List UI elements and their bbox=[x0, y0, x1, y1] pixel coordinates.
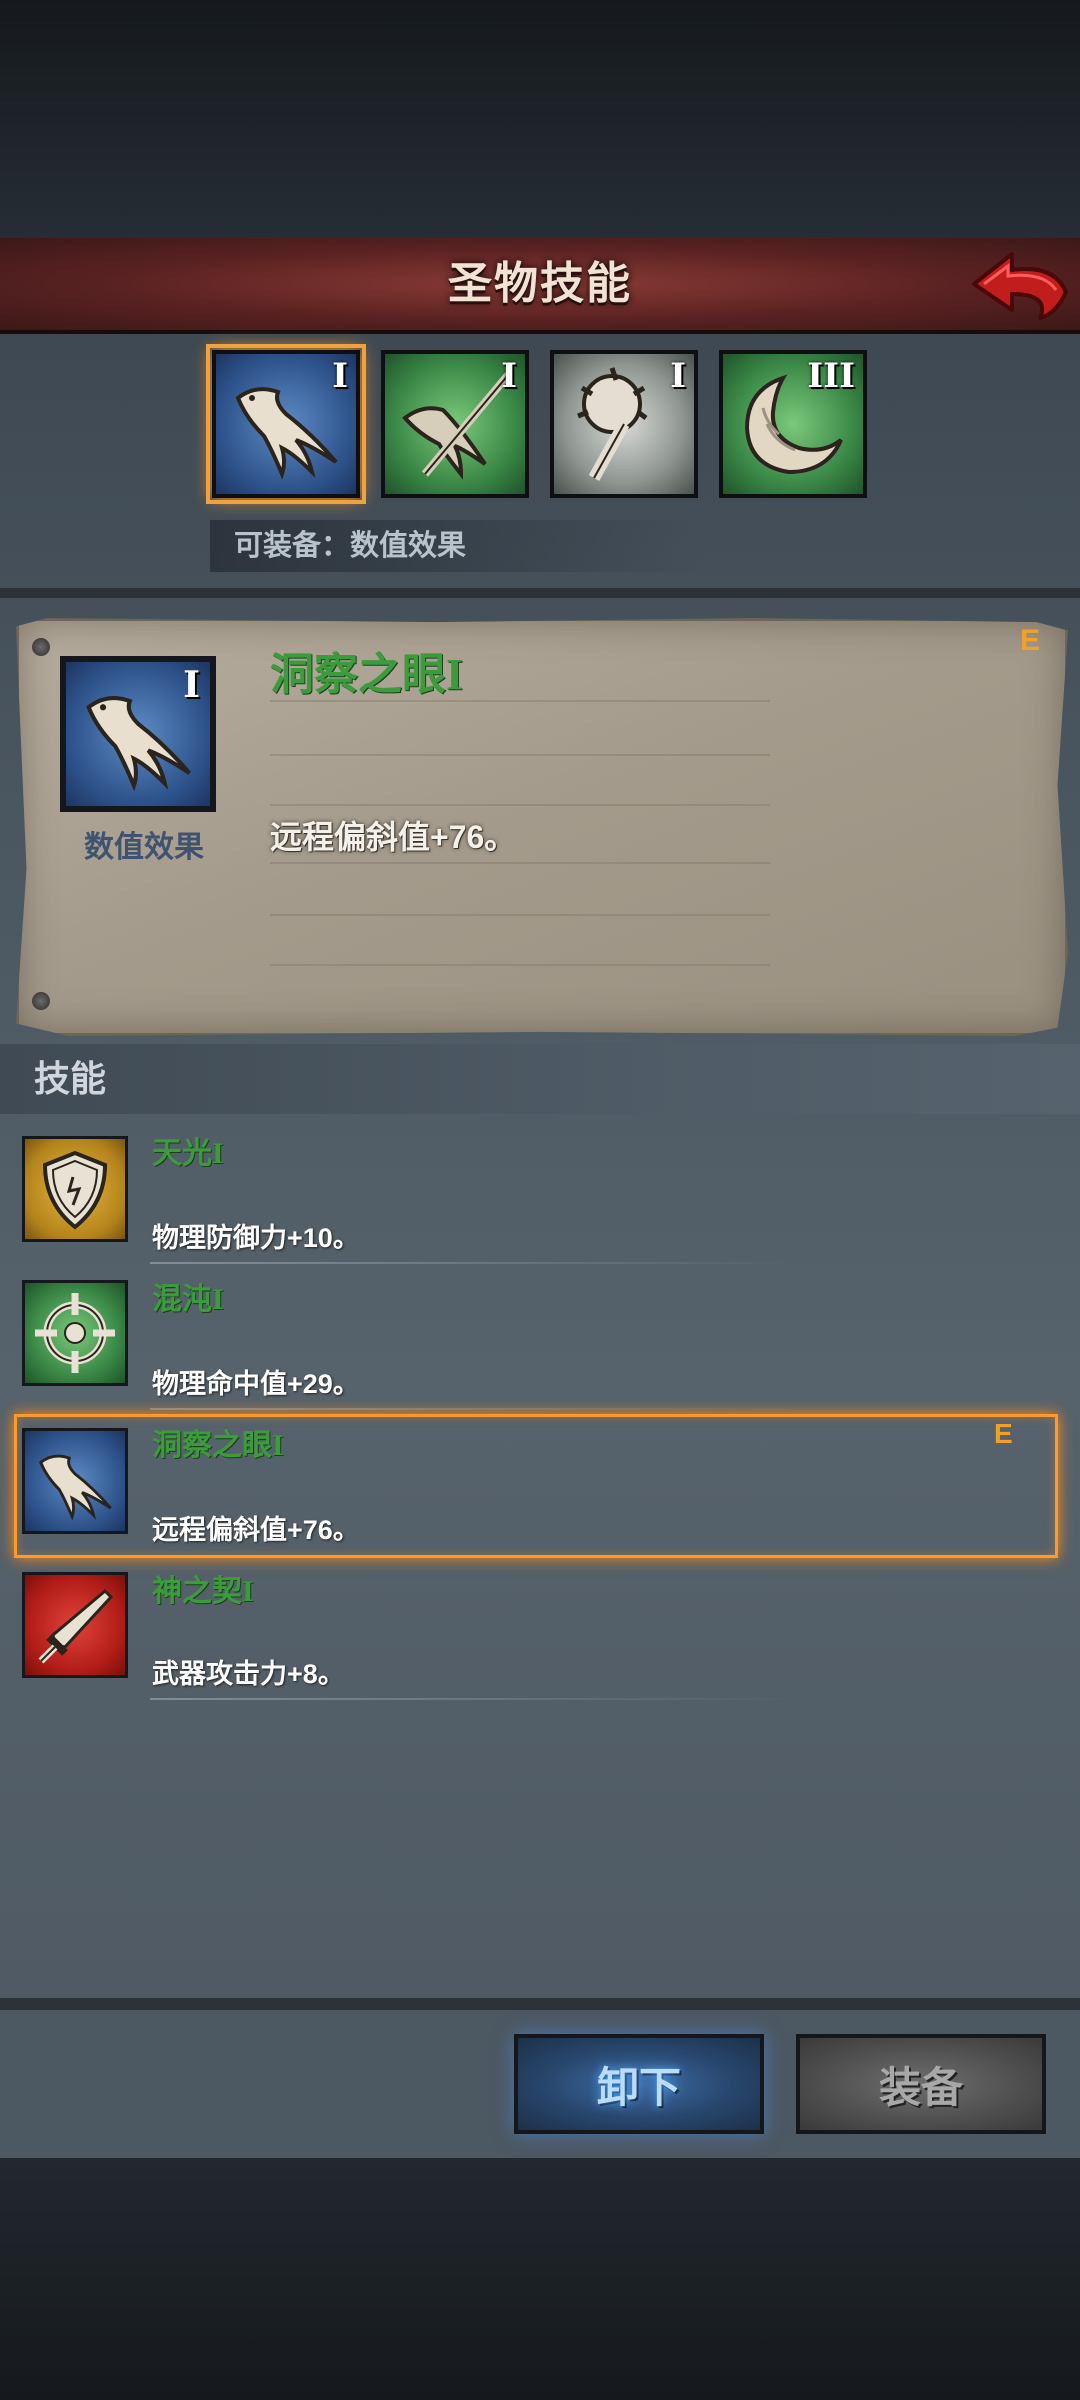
equipped-mark: E bbox=[994, 1418, 1013, 1449]
footer-divider bbox=[0, 1998, 1080, 2010]
ruled-line bbox=[270, 964, 770, 966]
relic-tab-4[interactable]: III bbox=[719, 350, 867, 498]
skill-name: 天光I bbox=[152, 1137, 224, 1170]
equip-button[interactable]: 装备 bbox=[796, 2034, 1046, 2134]
pin-icon bbox=[32, 992, 50, 1010]
skill-icon-2[interactable] bbox=[22, 1280, 128, 1386]
bottom-backdrop bbox=[0, 2158, 1080, 2400]
feather-claw-icon bbox=[38, 1454, 112, 1521]
skill-effect: 物理防御力+10。 bbox=[152, 1223, 360, 1253]
skill-name: 混沌I bbox=[152, 1283, 224, 1316]
ruled-line bbox=[270, 862, 770, 864]
skills-title: 技能 bbox=[34, 1058, 107, 1099]
ruled-line bbox=[270, 754, 770, 756]
detail-level: I bbox=[183, 664, 200, 706]
detail-type-label: 数值效果 bbox=[84, 831, 204, 864]
ruled-line bbox=[270, 914, 770, 916]
ruled-line bbox=[270, 804, 770, 806]
skills-section-header bbox=[0, 1044, 1080, 1114]
skill-icon-3[interactable] bbox=[22, 1428, 128, 1534]
relic-tab-3[interactable]: I bbox=[550, 350, 698, 498]
crosshair-icon bbox=[35, 1293, 115, 1373]
skill-icon-1[interactable] bbox=[22, 1136, 128, 1242]
skill-name: 神之契I bbox=[152, 1575, 254, 1608]
page-title: 圣物技能 bbox=[448, 259, 632, 308]
equip-hint: 可装备：数值效果 bbox=[210, 520, 704, 572]
skill-effect: 远程偏斜值+76。 bbox=[152, 1515, 360, 1545]
sword-icon bbox=[38, 1588, 114, 1664]
detail-skill-effect: 远程偏斜值+76。 bbox=[270, 819, 517, 855]
skill-effect: 武器攻击力+8。 bbox=[152, 1659, 345, 1689]
equipped-mark: E bbox=[1020, 624, 1041, 657]
tab-level: I bbox=[501, 356, 517, 396]
skill-icon-4[interactable] bbox=[22, 1572, 128, 1678]
row-divider bbox=[150, 1408, 800, 1410]
divider bbox=[0, 588, 1080, 598]
tab-level: III bbox=[807, 356, 855, 396]
skill-effect: 物理命中值+29。 bbox=[152, 1369, 360, 1399]
top-backdrop bbox=[0, 0, 1080, 238]
row-divider bbox=[150, 1262, 800, 1264]
shield-icon bbox=[42, 1150, 108, 1230]
row-divider bbox=[150, 1698, 800, 1700]
skill-name: 洞察之眼I bbox=[152, 1429, 284, 1462]
detail-skill-icon: I bbox=[60, 656, 216, 812]
detail-skill-name: 洞察之眼I bbox=[270, 650, 464, 699]
back-arrow-icon[interactable] bbox=[968, 244, 1072, 322]
relic-tab-1[interactable]: I bbox=[206, 344, 366, 504]
unequip-button[interactable]: 卸下 bbox=[514, 2034, 764, 2134]
pin-icon bbox=[32, 638, 50, 656]
relic-tab-2[interactable]: I bbox=[381, 350, 529, 498]
tab-level: I bbox=[670, 356, 686, 396]
tab-level: I bbox=[332, 356, 348, 396]
